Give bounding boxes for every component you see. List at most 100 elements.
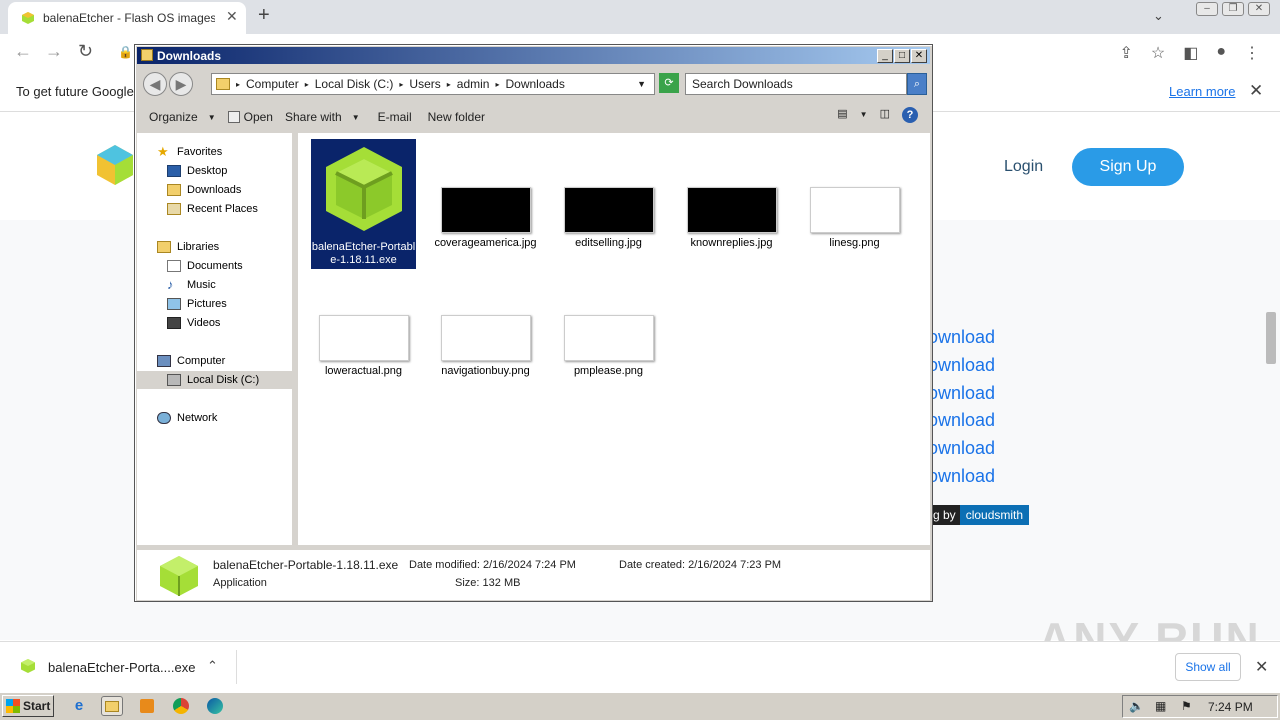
change-view-icon[interactable]: ▤ xyxy=(837,107,847,123)
file-item[interactable]: loweractual.png xyxy=(311,315,416,378)
breadcrumb-item[interactable]: Computer xyxy=(246,77,299,91)
login-link[interactable]: Login xyxy=(1004,158,1043,176)
minimize-icon[interactable]: – xyxy=(1196,2,1218,16)
close-shelf-icon[interactable]: ✕ xyxy=(1255,657,1268,677)
organize-label: Organize xyxy=(149,110,198,124)
star-icon: ★ xyxy=(157,144,169,159)
explorer-taskbar-icon[interactable] xyxy=(101,696,123,716)
file-item[interactable]: knownreplies.jpg xyxy=(679,187,784,250)
refresh-icon[interactable]: ⟳ xyxy=(659,73,679,93)
email-button[interactable]: E-mail xyxy=(378,110,412,124)
restore-icon[interactable]: ❐ xyxy=(1222,2,1244,16)
page-scrollbar[interactable] xyxy=(1266,312,1276,364)
show-all-button[interactable]: Show all xyxy=(1175,653,1241,681)
search-icon[interactable]: ⌕ xyxy=(907,73,927,95)
download-link[interactable]: ownload xyxy=(928,408,995,436)
infobar-close-icon[interactable]: ✕ xyxy=(1249,81,1263,101)
nav-network[interactable]: Network xyxy=(157,409,217,427)
menu-kebab-icon[interactable]: ⋮ xyxy=(1244,43,1260,63)
nav-desktop[interactable]: Desktop xyxy=(167,162,227,180)
file-item[interactable]: linesg.png xyxy=(802,187,907,250)
close-tab-icon[interactable]: ✕ xyxy=(226,8,238,25)
download-link[interactable]: ownload xyxy=(928,353,995,381)
minimize-icon[interactable]: _ xyxy=(877,49,893,63)
chevron-down-icon[interactable]: ▼ xyxy=(860,107,868,123)
tab-strip: balenaEtcher - Flash OS images to SD car… xyxy=(0,0,1280,34)
breadcrumb-item[interactable]: Local Disk (C:) xyxy=(315,77,394,91)
preview-pane-icon[interactable]: ◫ xyxy=(880,107,890,123)
flag-icon[interactable]: ⚑ xyxy=(1181,699,1192,713)
close-window-icon[interactable]: ✕ xyxy=(1248,2,1270,16)
edge-icon[interactable] xyxy=(204,696,226,716)
breadcrumb[interactable]: ▸ Computer ▸ Local Disk (C:) ▸ Users ▸ a… xyxy=(211,73,655,95)
new-tab-button[interactable]: + xyxy=(258,4,270,27)
forward-icon[interactable]: ▶ xyxy=(169,72,193,96)
download-link[interactable]: ownload xyxy=(928,436,995,464)
nav-buttons: ◀ ▶ xyxy=(143,72,193,96)
file-item[interactable]: pmplease.png xyxy=(556,315,661,378)
nav-music[interactable]: ♪ Music xyxy=(167,276,216,294)
network-tray-icon[interactable]: ▦ xyxy=(1155,699,1166,713)
tab-search-icon[interactable]: ⌄ xyxy=(1153,8,1164,24)
volume-icon[interactable]: 🔈 xyxy=(1129,699,1144,713)
search-input[interactable]: Search Downloads xyxy=(685,73,907,95)
chevron-down-icon[interactable]: ▼ xyxy=(637,79,646,89)
breadcrumb-item[interactable]: admin xyxy=(457,77,490,91)
file-item[interactable]: navigationbuy.png xyxy=(433,315,538,378)
new-folder-button[interactable]: New folder xyxy=(428,110,485,124)
back-icon[interactable]: ← xyxy=(14,41,32,62)
chevron-right-icon[interactable]: ▸ xyxy=(305,80,309,89)
signup-button[interactable]: Sign Up xyxy=(1072,148,1184,186)
chevron-right-icon[interactable]: ▸ xyxy=(399,80,403,89)
download-link[interactable]: ownload xyxy=(928,464,995,492)
share-with-button[interactable]: Share with ▼ xyxy=(285,110,360,124)
network-icon xyxy=(157,412,171,424)
nav-documents[interactable]: Documents xyxy=(167,257,243,275)
explorer-titlebar[interactable]: Downloads _ □ ✕ xyxy=(137,47,930,64)
share-icon[interactable]: ⇪ xyxy=(1119,43,1132,63)
close-icon[interactable]: ✕ xyxy=(911,49,927,63)
chevron-right-icon[interactable]: ▸ xyxy=(495,80,499,89)
file-name: knownreplies.jpg xyxy=(690,237,773,249)
balena-logo-icon[interactable] xyxy=(96,144,134,189)
help-icon[interactable]: ? xyxy=(902,107,918,123)
side-panel-icon[interactable]: ◧ xyxy=(1183,43,1198,63)
chevron-up-icon[interactable]: ⌃ xyxy=(207,658,218,674)
nav-pictures[interactable]: Pictures xyxy=(167,295,227,313)
open-button[interactable]: Open xyxy=(227,110,273,124)
nav-downloads[interactable]: Downloads xyxy=(167,181,241,199)
start-button[interactable]: Start xyxy=(2,695,54,717)
maximize-icon[interactable]: □ xyxy=(894,49,910,63)
download-link[interactable]: ownload xyxy=(928,381,995,409)
internet-explorer-icon[interactable]: e xyxy=(68,696,90,716)
nav-local-disk[interactable]: Local Disk (C:) xyxy=(137,371,292,389)
back-icon[interactable]: ◀ xyxy=(143,72,167,96)
command-bar: Organize ▼ Open Share with ▼ E-mail New fo… xyxy=(137,102,930,132)
file-item[interactable]: editselling.jpg xyxy=(556,187,661,250)
browser-tab[interactable]: balenaEtcher - Flash OS images to SD car… xyxy=(8,2,246,34)
forward-icon[interactable]: → xyxy=(45,41,63,62)
download-item-name[interactable]: balenaEtcher-Porta....exe xyxy=(48,660,195,675)
nav-videos[interactable]: Videos xyxy=(167,314,220,332)
chevron-right-icon[interactable]: ▸ xyxy=(236,80,240,89)
nav-computer[interactable]: Computer xyxy=(157,352,225,370)
file-item[interactable]: coverageamerica.jpg xyxy=(433,187,538,250)
nav-favorites[interactable]: ★ Favorites xyxy=(157,143,222,161)
download-link[interactable]: ownload xyxy=(928,325,995,353)
chevron-right-icon[interactable]: ▸ xyxy=(447,80,451,89)
breadcrumb-item[interactable]: Users xyxy=(409,77,440,91)
breadcrumb-item[interactable]: Downloads xyxy=(505,77,564,91)
chrome-icon[interactable] xyxy=(170,696,192,716)
profile-avatar-icon[interactable]: ● xyxy=(1216,43,1226,63)
learn-more-link[interactable]: Learn more xyxy=(1169,84,1235,99)
nav-recent-places[interactable]: Recent Places xyxy=(167,200,258,218)
nav-libraries[interactable]: Libraries xyxy=(157,238,219,256)
file-item-selected[interactable]: balenaEtcher-Portable-1.18.11.exe xyxy=(311,139,416,269)
media-player-icon[interactable] xyxy=(136,696,158,716)
taskbar-clock[interactable]: 7:24 PM xyxy=(1208,700,1253,714)
bookmark-star-icon[interactable]: ☆ xyxy=(1151,43,1165,63)
lock-icon[interactable]: 🔒 xyxy=(118,45,133,59)
hosting-badge[interactable]: g by cloudsmith xyxy=(929,505,1030,525)
organize-button[interactable]: Organize ▼ xyxy=(149,110,216,124)
reload-icon[interactable]: ↻ xyxy=(78,41,93,62)
